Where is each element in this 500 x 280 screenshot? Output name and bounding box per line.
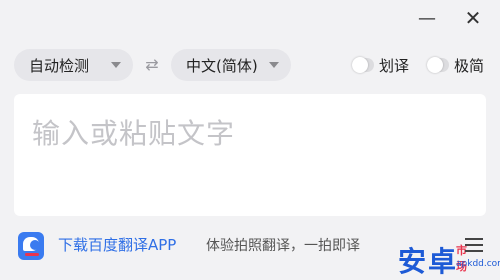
target-language-label: 中文(简体) (186, 56, 258, 75)
toggle-switch[interactable] (427, 57, 449, 73)
source-language-label: 自动检测 (29, 56, 90, 75)
chevron-down-icon (111, 62, 121, 68)
hamburger-menu-icon[interactable] (465, 238, 483, 252)
baidu-translate-app-icon[interactable] (18, 232, 44, 260)
promo-text: 体验拍照翻译，一拍即译 (206, 238, 360, 254)
input-placeholder: 输入或粘贴文字 (32, 117, 236, 150)
source-language-dropdown[interactable]: 自动检测 (14, 49, 133, 81)
chevron-down-icon (269, 62, 279, 68)
toggle-label: 划译 (379, 56, 410, 75)
target-language-dropdown[interactable]: 中文(简体) (171, 49, 291, 81)
close-button[interactable]: ✕ (458, 6, 488, 30)
minimize-button[interactable]: — (412, 6, 442, 30)
toggle-label: 极简 (454, 56, 485, 75)
toggle-switch[interactable] (352, 57, 374, 73)
text-input-area[interactable]: 输入或粘贴文字 (14, 94, 486, 216)
swap-icon[interactable]: ⇄ (140, 53, 164, 77)
download-app-link[interactable]: 下载百度翻译APP (58, 234, 176, 255)
toggle-jijian[interactable]: 极简 (427, 54, 484, 76)
watermark-logo: 安卓 市场 apkdd.com (398, 244, 500, 278)
toggle-huayi[interactable]: 划译 (352, 54, 409, 76)
